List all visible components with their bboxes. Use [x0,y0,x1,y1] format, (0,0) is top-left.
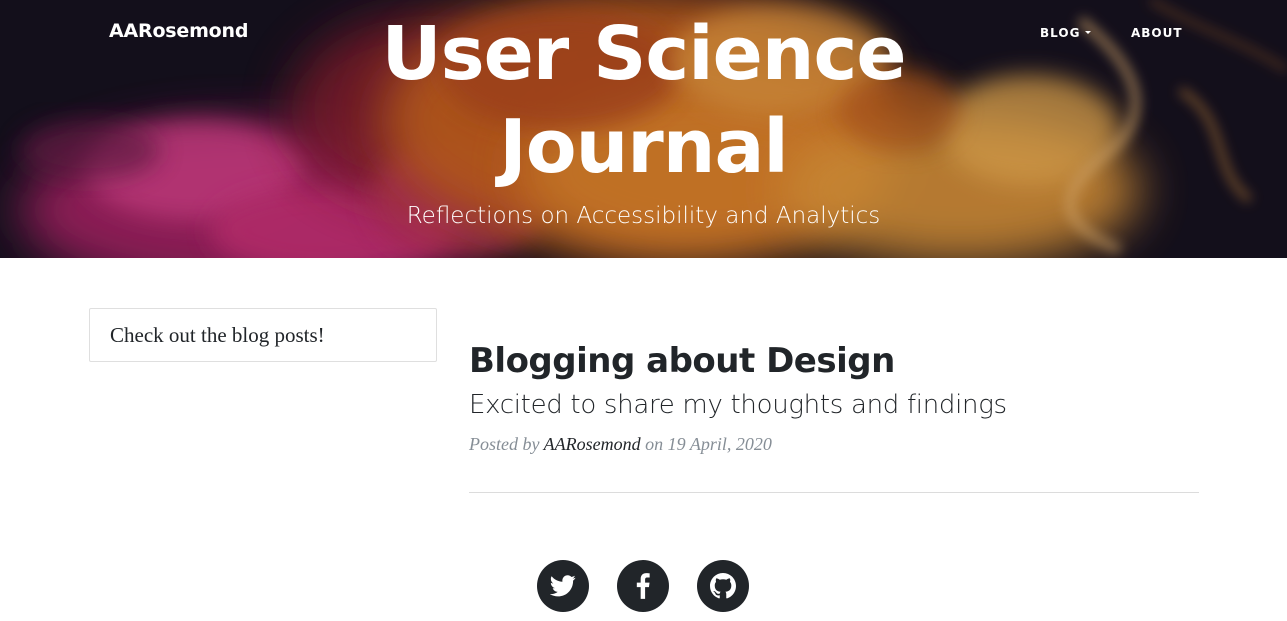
github-link[interactable] [697,560,749,612]
post-divider [469,492,1199,493]
site-title-line1: User Science [381,11,906,97]
twitter-link[interactable] [537,560,589,612]
post-date: 19 April, 2020 [667,434,772,454]
github-icon [710,573,736,599]
sidebar-card-text: Check out the blog posts! [110,323,325,347]
nav-about-label: ABOUT [1131,26,1183,40]
post-title[interactable]: Blogging about Design [469,338,1199,384]
post-author-link[interactable]: AARosemond [544,434,641,454]
site-title-line2: Journal [499,104,789,190]
nav-blog-label: BLOG [1040,26,1081,40]
post-subtitle[interactable]: Excited to share my thoughts and finding… [469,388,1199,422]
twitter-icon [550,575,576,597]
sidebar-card: Check out the blog posts! [89,308,437,362]
post-meta-prefix: Posted by [469,434,540,454]
nav-about-link[interactable]: ABOUT [1131,26,1183,40]
site-brand-link[interactable]: AARosemond [109,20,248,42]
post-meta-on: on [645,434,664,454]
facebook-link[interactable] [617,560,669,612]
hero-header: AARosemond BLOG ABOUT User Science Journ… [0,0,1287,258]
post-preview: Blogging about Design Excited to share m… [469,338,1199,455]
site-subtitle: Reflections on Accessibility and Analyti… [406,203,881,229]
nav-blog-dropdown[interactable]: BLOG [1040,26,1092,40]
caret-down-icon [1085,31,1092,34]
facebook-icon [636,573,650,599]
site-title: User Science Journal [300,8,987,194]
post-meta: Posted by AARosemond on 19 April, 2020 [469,434,1199,455]
